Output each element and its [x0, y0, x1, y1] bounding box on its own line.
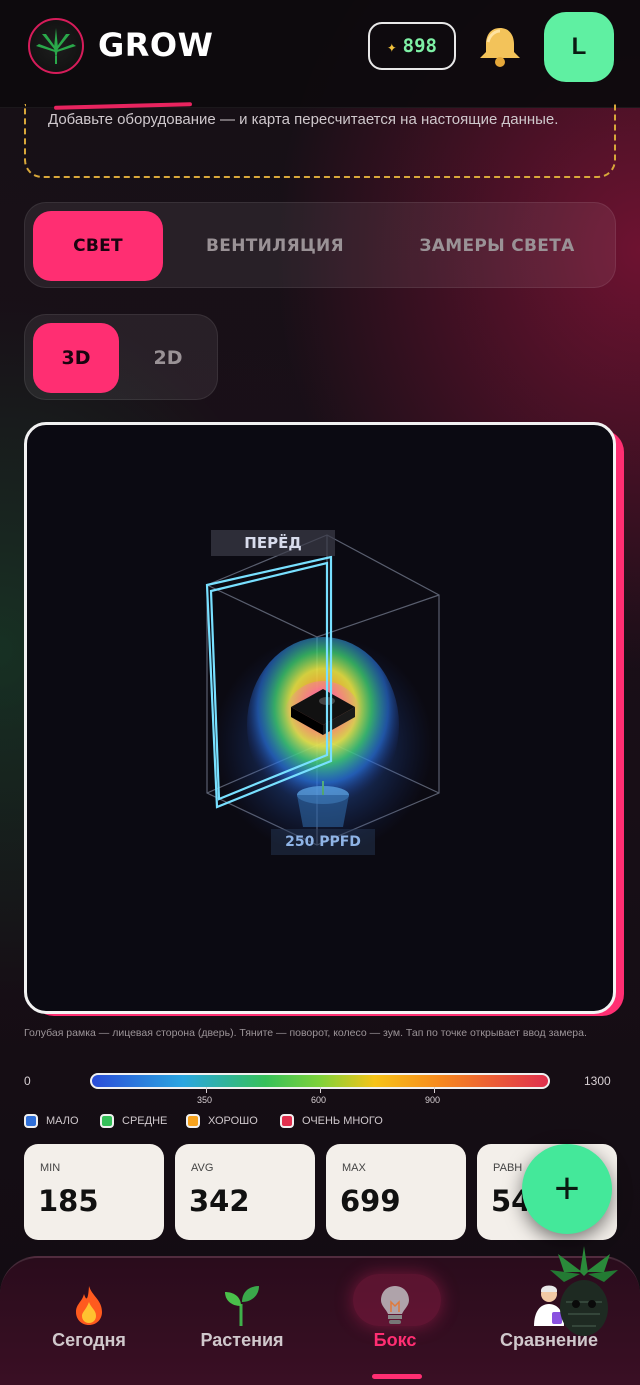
coins-balance[interactable]: ✦ 898: [368, 22, 456, 70]
scale-tick-label: 350: [197, 1095, 213, 1105]
legend-label: ХОРОШО: [208, 1115, 258, 1127]
notice-text: Добавьте оборудование — и карта пересчит…: [48, 111, 559, 128]
viewport-hint: Голубая рамка — лицевая сторона (дверь).…: [24, 1027, 587, 1039]
scale-tick-label: 900: [425, 1095, 441, 1105]
tab-ventilation[interactable]: ВЕНТИЛЯЦИЯ: [175, 211, 375, 281]
bell-icon[interactable]: [474, 20, 526, 72]
legend-label: МАЛО: [46, 1115, 79, 1127]
user-avatar[interactable]: L: [544, 12, 614, 82]
stat-label: MAX: [342, 1162, 366, 1174]
grow-box-3d-view[interactable]: ПЕРЁД 250 PPFD: [24, 422, 616, 1014]
stat-label: AVG: [191, 1162, 214, 1174]
lightbulb-icon: [381, 1286, 409, 1324]
mascot-icon[interactable]: [544, 1242, 624, 1342]
logo[interactable]: [28, 18, 84, 74]
stat-value: 342: [189, 1184, 250, 1218]
nav-label: Бокс: [373, 1330, 417, 1350]
sparkle-icon: ✦: [387, 36, 397, 56]
legend-swatch: [186, 1114, 200, 1128]
legend-swatch: [100, 1114, 114, 1128]
bottom-navigation: Сегодня Растения Бокс Сравнение: [0, 1246, 640, 1385]
grow-box-scene: [205, 534, 440, 855]
scale-tick: [206, 1087, 207, 1093]
mode-tabs: СВЕТ ВЕНТИЛЯЦИЯ ЗАМЕРЫ СВЕТА: [24, 202, 616, 288]
brand-name: GROW: [98, 26, 214, 64]
legend-swatch: [280, 1114, 294, 1128]
equipment-notice: Добавьте оборудование — и карта пересчит…: [24, 104, 616, 178]
tab-light[interactable]: СВЕТ: [33, 211, 163, 281]
legend-swatch: [24, 1114, 38, 1128]
nav-label: Сегодня: [52, 1330, 126, 1350]
stat-value: 699: [340, 1184, 401, 1218]
view-2d[interactable]: 2D: [125, 323, 211, 393]
fire-icon: [76, 1286, 102, 1325]
coins-value: 898: [402, 35, 437, 57]
front-side-label: ПЕРЁД: [211, 530, 335, 556]
stat-value: 185: [38, 1184, 99, 1218]
scale-max-label: 1300: [584, 1074, 611, 1088]
nav-box[interactable]: Бокс: [320, 1258, 470, 1368]
tab-light-measurements[interactable]: ЗАМЕРЫ СВЕТА: [385, 211, 609, 281]
scale-min-label: 0: [24, 1074, 31, 1088]
cannabis-leaf-icon: [36, 28, 76, 64]
stat-avg: AVG 342: [175, 1144, 315, 1240]
sprout-icon: [225, 1286, 259, 1326]
view-3d[interactable]: 3D: [33, 323, 119, 393]
legend-low: МАЛО: [24, 1114, 79, 1128]
nav-today[interactable]: Сегодня: [14, 1258, 164, 1368]
scale-tick-label: 600: [311, 1095, 327, 1105]
stat-min: MIN 185: [24, 1144, 164, 1240]
view-toggle: 3D 2D: [24, 314, 218, 400]
legend-medium: СРЕДНЕ: [100, 1114, 167, 1128]
nav-label: Растения: [200, 1330, 284, 1350]
ppfd-readout: 250 PPFD: [271, 829, 375, 855]
legend-good: ХОРОШО: [186, 1114, 258, 1128]
app-header: GROW ✦ 898 L: [0, 0, 640, 108]
stat-label: MIN: [40, 1162, 61, 1174]
legend-label: СРЕДНЕ: [122, 1115, 168, 1127]
stat-max: MAX 699: [326, 1144, 466, 1240]
legend-too-much: ОЧЕНЬ МНОГО: [280, 1114, 383, 1128]
nav-plants[interactable]: Растения: [167, 1258, 317, 1368]
add-button[interactable]: +: [522, 1144, 612, 1234]
legend-label: ОЧЕНЬ МНОГО: [302, 1115, 383, 1127]
stat-label: РАВН: [493, 1162, 523, 1174]
active-nav-indicator: [372, 1374, 422, 1379]
scale-tick: [434, 1087, 435, 1093]
scale-tick: [320, 1087, 321, 1093]
